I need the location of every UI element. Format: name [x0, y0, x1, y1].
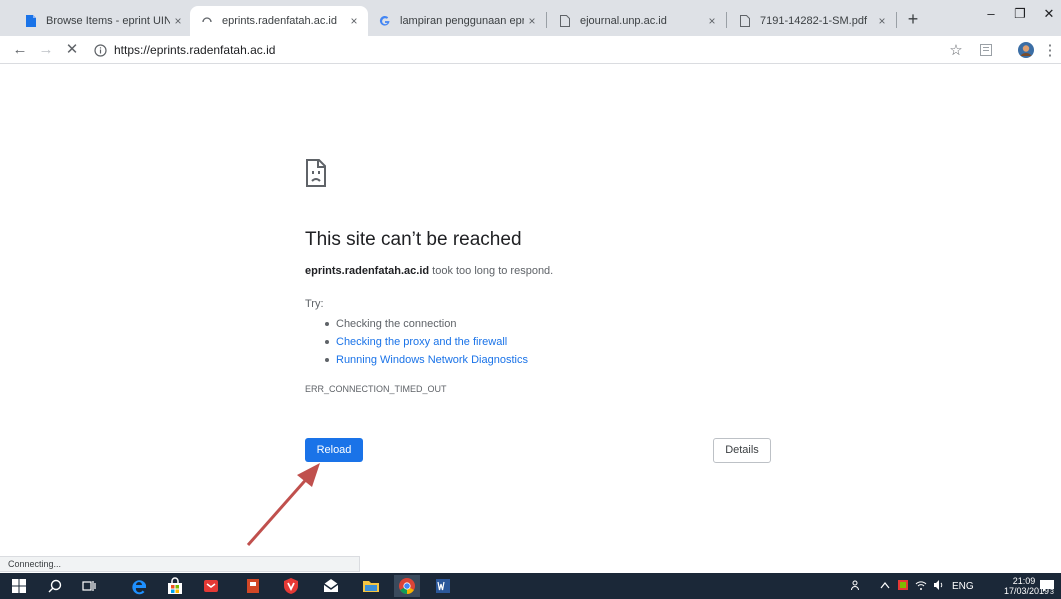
tab-close-icon[interactable]: ×	[346, 13, 362, 29]
chrome-icon[interactable]	[394, 575, 420, 597]
suggestion-item[interactable]: Checking the proxy and the firewall	[325, 333, 528, 351]
tab-title: lampiran penggunaan eprints	[400, 15, 524, 27]
language-indicator[interactable]: ENG	[952, 581, 974, 592]
antivirus-icon[interactable]	[280, 575, 302, 597]
windows-taskbar: ENG 21:09 17/03/2019 3	[0, 573, 1061, 599]
browser-menu-icon[interactable]: ⋮	[1040, 40, 1060, 60]
windows-start-icon[interactable]	[8, 575, 30, 597]
stop-loading-button[interactable]: ✕	[62, 40, 82, 60]
store-icon[interactable]	[164, 575, 186, 597]
search-icon[interactable]	[44, 575, 66, 597]
minimize-button[interactable]: –	[981, 4, 1001, 24]
suggestion-text: Checking the connection	[336, 318, 457, 330]
maximize-button[interactable]: ❐	[1010, 4, 1030, 24]
suggestion-list: Checking the connection Checking the pro…	[325, 315, 528, 369]
tab-close-icon[interactable]: ×	[524, 13, 540, 29]
address-bar[interactable]: https://eprints.radenfatah.ac.id	[92, 38, 972, 62]
task-view-icon[interactable]	[78, 575, 100, 597]
notification-count: 3	[1050, 589, 1054, 595]
bookmark-star-icon[interactable]: ☆	[946, 40, 966, 60]
loading-spinner-icon	[200, 14, 214, 28]
word-icon[interactable]	[432, 575, 454, 597]
notification-center-icon[interactable]: 3	[1036, 575, 1058, 597]
tab-strip: Browse Items - eprint UIN Rad × eprints.…	[0, 0, 1061, 36]
profile-avatar[interactable]	[1016, 40, 1036, 60]
page-icon	[558, 14, 572, 28]
tab-close-icon[interactable]: ×	[874, 13, 890, 29]
tab-close-icon[interactable]: ×	[704, 13, 720, 29]
error-message: took too long to respond.	[429, 265, 554, 277]
file-explorer-icon[interactable]	[360, 575, 382, 597]
close-window-button[interactable]: ✕	[1039, 4, 1059, 24]
tab-ejournal[interactable]: ejournal.unp.ac.id ×	[548, 6, 726, 36]
tab-separator	[726, 12, 727, 28]
mail-icon[interactable]	[200, 575, 222, 597]
suggestion-link[interactable]: Running Windows Network Diagnostics	[336, 354, 528, 366]
google-icon	[378, 14, 392, 28]
extension-icon[interactable]	[976, 40, 996, 60]
browser-toolbar: ← → ✕ https://eprints.radenfatah.ac.id ☆…	[0, 36, 1061, 64]
page-icon	[24, 14, 38, 28]
powerpoint-icon[interactable]	[242, 575, 264, 597]
suggestion-item: Checking the connection	[325, 315, 528, 333]
volume-icon[interactable]	[930, 579, 948, 594]
details-button[interactable]: Details	[713, 438, 771, 463]
suggestion-link[interactable]: Checking the proxy and the firewall	[336, 336, 507, 348]
edge-icon[interactable]	[128, 575, 150, 597]
tab-separator	[896, 12, 897, 28]
sad-document-icon	[305, 158, 327, 188]
tab-title: Browse Items - eprint UIN Rad	[46, 15, 170, 27]
new-tab-button[interactable]: +	[903, 10, 923, 30]
people-icon[interactable]	[848, 579, 866, 594]
back-button[interactable]: ←	[10, 40, 30, 60]
tab-separator	[546, 12, 547, 28]
error-title: This site can’t be reached	[305, 229, 522, 250]
tab-title: ejournal.unp.ac.id	[580, 15, 667, 27]
page-icon	[738, 14, 752, 28]
error-host: eprints.radenfatah.ac.id	[305, 265, 430, 277]
status-bubble: Connecting...	[0, 556, 360, 572]
suggestion-item[interactable]: Running Windows Network Diagnostics	[325, 351, 528, 369]
tab-title: 7191-14282-1-SM.pdf	[760, 15, 868, 27]
tab-close-icon[interactable]: ×	[170, 13, 186, 29]
tab-eprints[interactable]: eprints.radenfatah.ac.id ×	[190, 6, 368, 36]
tab-google-search[interactable]: lampiran penggunaan eprints ×	[368, 6, 546, 36]
error-description: eprints.radenfatah.ac.id took too long t…	[305, 265, 553, 277]
tab-browse-items[interactable]: Browse Items - eprint UIN Rad ×	[14, 6, 192, 36]
tab-title: eprints.radenfatah.ac.id	[222, 15, 337, 27]
error-code: ERR_CONNECTION_TIMED_OUT	[305, 384, 447, 394]
try-label: Try:	[305, 298, 324, 310]
wifi-icon[interactable]	[912, 579, 930, 594]
system-tray: ENG	[848, 573, 974, 599]
forward-button[interactable]: →	[36, 40, 56, 60]
envelope-icon[interactable]	[320, 575, 342, 597]
annotation-arrow-icon	[246, 463, 320, 546]
url-text[interactable]: https://eprints.radenfatah.ac.id	[114, 43, 275, 57]
site-info-icon[interactable]	[92, 42, 108, 58]
chevron-up-icon[interactable]	[876, 581, 894, 592]
shield-tray-icon[interactable]	[894, 579, 912, 594]
tab-pdf[interactable]: 7191-14282-1-SM.pdf ×	[728, 6, 896, 36]
